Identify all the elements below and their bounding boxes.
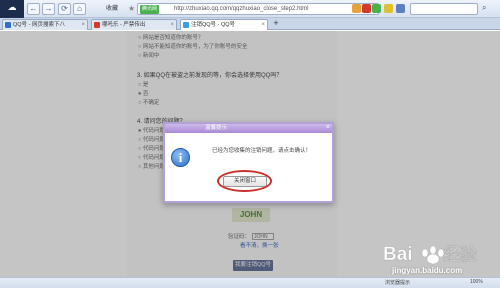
tab-label: 注销QQ号 - QQ号	[191, 22, 236, 28]
search-input[interactable]	[410, 3, 478, 15]
lightning-icon[interactable]	[352, 4, 361, 13]
forward-button[interactable]: →	[42, 3, 55, 15]
tab-qq-search[interactable]: QQ号 - 网页搜索下八 ×	[2, 19, 88, 30]
stop-icon[interactable]	[362, 4, 371, 13]
back-button[interactable]: ←	[27, 3, 40, 15]
close-tab-icon[interactable]: ×	[261, 20, 265, 30]
refresh-button[interactable]: ⟳	[58, 3, 71, 15]
address-bar[interactable]: 腾讯网 http://zhuxiao.qq.com/qqzhuxiao_clos…	[137, 3, 379, 15]
info-icon: i	[171, 148, 190, 167]
tab-favicon	[5, 22, 11, 28]
browser-toolbar: ☁ ← → ⟳ ⌂ 收藏 ★ 腾讯网 http://zhuxiao.qq.com…	[0, 0, 500, 22]
tab-label: 哪吒乐 - 严禁传出	[102, 22, 146, 28]
mail-icon[interactable]	[396, 4, 405, 13]
star-icon[interactable]: ★	[128, 3, 135, 15]
home-button[interactable]: ⌂	[73, 3, 86, 15]
url-text[interactable]: http://zhuxiao.qq.com/qqzhuxiao_close_st…	[174, 5, 308, 14]
site-badge: 腾讯网	[140, 5, 160, 14]
status-bar: 浏览器提示 100%	[0, 277, 500, 288]
tab-favicon	[183, 22, 189, 28]
zoom-level[interactable]: 100%	[470, 279, 483, 285]
dialog-message: 已经为您收集的注销问题，请点击确认！	[212, 148, 312, 154]
favorites-button[interactable]: 收藏	[104, 3, 120, 15]
tab-favicon	[94, 22, 100, 28]
new-tab-button[interactable]: +	[270, 19, 282, 29]
tab-label: QQ号 - 网页搜索下八	[13, 22, 65, 28]
tab-cancel-qq[interactable]: 注销QQ号 - QQ号 ×	[180, 19, 268, 30]
pin-icon[interactable]	[384, 4, 393, 13]
close-icon[interactable]: ×	[326, 123, 330, 132]
baidu-jingyan-logo: Bai 经验	[383, 244, 478, 265]
tab-nezha[interactable]: 哪吒乐 - 严禁传出 ×	[91, 19, 177, 30]
close-tab-icon[interactable]: ×	[81, 20, 85, 30]
watermark-url: jingyan.baidu.com	[392, 266, 463, 275]
addon-icon[interactable]	[372, 4, 381, 13]
magnifier-icon[interactable]: ⌕	[482, 3, 486, 13]
svg-text:经验: 经验	[443, 244, 478, 265]
highlight-circle	[217, 170, 272, 192]
close-tab-icon[interactable]: ×	[170, 20, 174, 30]
dialog-header: 温馨提示 ×	[165, 124, 332, 133]
status-text: 浏览器提示	[385, 280, 411, 286]
alert-dialog: 温馨提示 × i 已经为您收集的注销问题，请点击确认！ 关闭窗口	[163, 122, 334, 203]
dialog-title: 温馨提示	[205, 125, 228, 131]
tab-bar: QQ号 - 网页搜索下八 × 哪吒乐 - 严禁传出 × 注销QQ号 - QQ号 …	[0, 18, 500, 30]
svg-text:Bai: Bai	[383, 244, 413, 265]
